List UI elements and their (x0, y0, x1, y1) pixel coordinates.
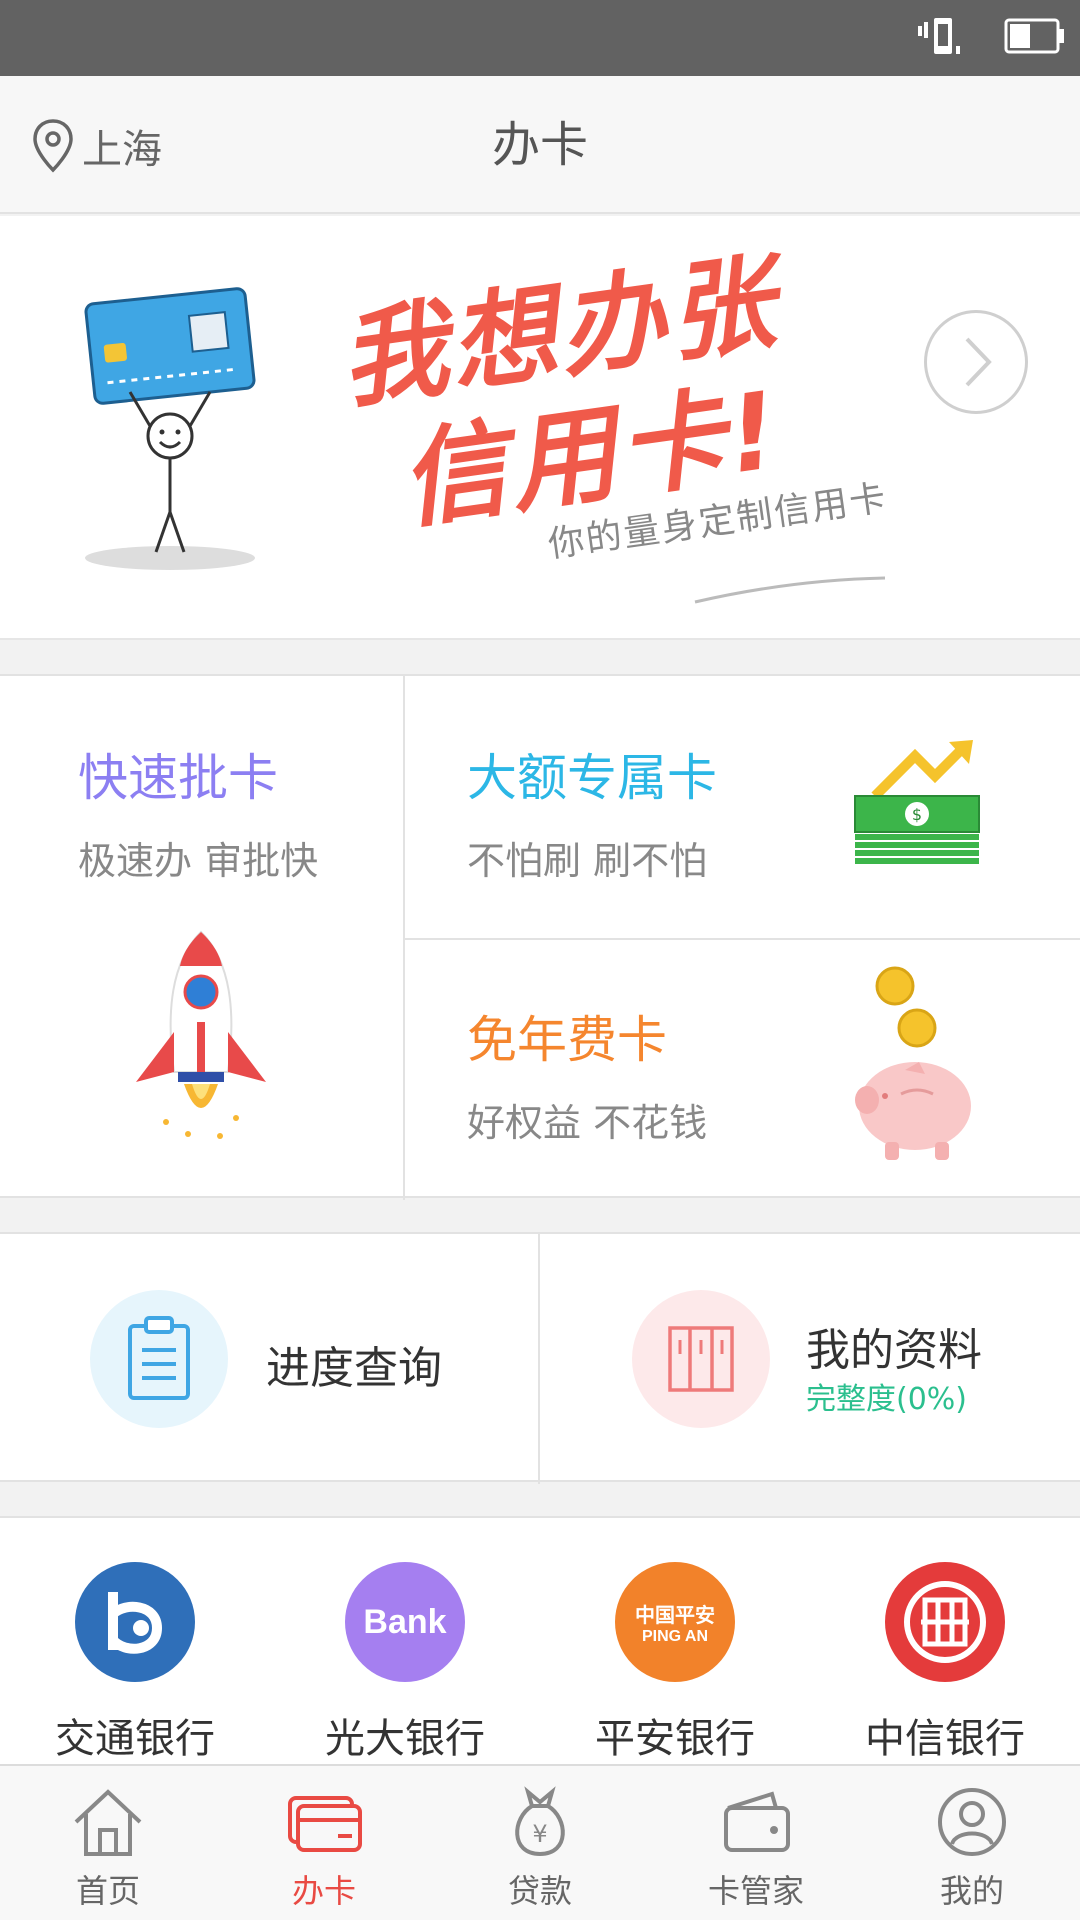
ceb-logo-icon: Bank (345, 1562, 465, 1682)
bank-name: 交通银行 (55, 1716, 215, 1762)
bank-name: 光大银行 (325, 1716, 485, 1762)
ceb-logo-text: Bank (363, 1602, 447, 1641)
home-icon (74, 1789, 142, 1856)
clipboard-icon (128, 1316, 190, 1400)
promo-banner[interactable]: 我想办张 信用卡! 你的量身定制信用卡 (0, 216, 1080, 640)
card-icon (288, 1796, 362, 1852)
piggy-bank-icon (855, 966, 971, 1160)
pingan-logo-en: PING AN (641, 1627, 709, 1645)
feature-desc: 不怕刷 刷不怕 (467, 839, 708, 883)
pingan-logo-cn: 中国平安 (635, 1602, 715, 1627)
tab-label: 卡管家 (707, 1872, 804, 1910)
bank-name: 中信银行 (865, 1716, 1025, 1762)
pingan-logo-icon: 中国平安 PING AN (615, 1562, 735, 1682)
status-bar (0, 0, 1080, 76)
bocom-logo-icon (75, 1562, 195, 1682)
page-title: 办卡 (491, 117, 588, 173)
tab-label: 办卡 (291, 1872, 356, 1910)
profile-completeness: 完整度(0%) (806, 1382, 968, 1417)
feature-title: 免年费卡 (467, 1011, 667, 1069)
feature-card-high-limit[interactable]: 大额专属卡 不怕刷 刷不怕 $ (405, 676, 1080, 938)
my-profile-label: 我的资料 (806, 1325, 982, 1376)
banner-next-button[interactable] (924, 310, 1028, 414)
feature-title: 大额专属卡 (467, 749, 717, 807)
document-folder-icon (668, 1326, 734, 1392)
profile-icon-bg (632, 1290, 770, 1428)
feature-card-fast-approval[interactable]: 快速批卡 极速办 审批快 (0, 676, 403, 1200)
progress-icon-bg (90, 1290, 228, 1428)
progress-query-label: 进度查询 (266, 1343, 442, 1394)
feature-desc: 好权益 不花钱 (467, 1101, 708, 1145)
tab-mine[interactable]: 我的 (864, 1766, 1080, 1920)
tab-loan[interactable]: ¥ 贷款 (432, 1766, 648, 1920)
bank-item-citic[interactable]: 中信银行 (810, 1518, 1080, 1766)
svg-text:$: $ (912, 805, 922, 824)
tab-apply-card[interactable]: 办卡 (216, 1766, 432, 1920)
quick-actions: 进度查询 我的资料 完整度(0%) (0, 1232, 1080, 1484)
phone-signal-icon (918, 18, 960, 54)
progress-query-button[interactable]: 进度查询 (0, 1234, 538, 1484)
bank-list: 交通银行 Bank 光大银行 中国平安 PING AN 平安银行 中信银行 (0, 1516, 1080, 1764)
feature-card-no-annual-fee[interactable]: 免年费卡 好权益 不花钱 (405, 940, 1080, 1200)
chevron-right-icon (965, 337, 992, 387)
header-bar: 上海 办卡 (0, 76, 1080, 214)
tab-label: 首页 (75, 1872, 140, 1910)
my-profile-button[interactable]: 我的资料 完整度(0%) (540, 1234, 1080, 1484)
bank-item-ceb[interactable]: Bank 光大银行 (270, 1518, 540, 1766)
wallet-icon (724, 1791, 790, 1852)
bank-item-pingan[interactable]: 中国平安 PING AN 平安银行 (540, 1518, 810, 1766)
bank-name: 平安银行 (595, 1716, 755, 1762)
bank-item-bocom[interactable]: 交通银行 (0, 1518, 270, 1766)
bottom-tab-bar: 首页 办卡 ¥ 贷款 卡管家 我的 (0, 1764, 1080, 1920)
rocket-icon (136, 930, 266, 1139)
tab-card-manager[interactable]: 卡管家 (648, 1766, 864, 1920)
feature-title: 快速批卡 (78, 749, 278, 807)
stickman-holding-card-icon (84, 287, 256, 570)
banner-underline (694, 576, 886, 604)
battery-icon (1004, 18, 1064, 54)
tab-home[interactable]: 首页 (0, 1766, 216, 1920)
feature-desc: 极速办 审批快 (78, 839, 319, 883)
money-stack-icon: $ (854, 740, 980, 864)
tab-label: 贷款 (507, 1872, 572, 1910)
svg-text:¥: ¥ (532, 1820, 547, 1848)
tab-label: 我的 (939, 1872, 1004, 1910)
money-bag-icon: ¥ (515, 1786, 565, 1857)
citic-logo-icon (885, 1562, 1005, 1682)
user-icon (938, 1788, 1006, 1856)
feature-cards: 快速批卡 极速办 审批快 大额专属卡 不怕刷 刷不怕 $ 免年费卡 好权益 不花… (0, 674, 1080, 1200)
